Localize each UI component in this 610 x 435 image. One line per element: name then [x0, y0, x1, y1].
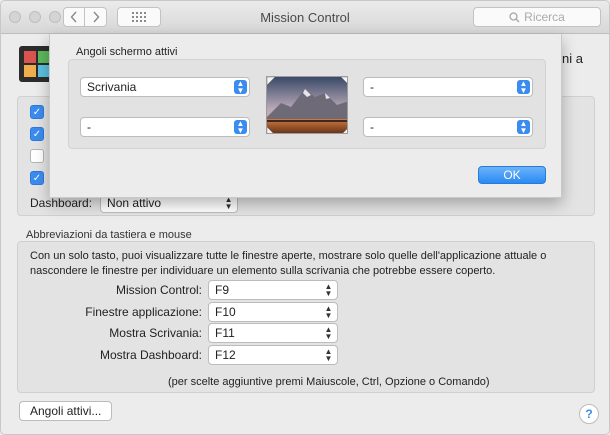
shortcut-value: F12 [215, 348, 236, 362]
bottom-left-corner-value: - [87, 120, 91, 134]
search-icon [509, 11, 520, 22]
chevron-updown-icon: ▲ ▼ [234, 120, 247, 135]
dashboard-label: Dashboard: [30, 196, 93, 210]
shortcut-row: Mostra Scrivania: F11 ▲ ▼ [18, 323, 338, 343]
shortcut-select[interactable]: F9 ▲ ▼ [208, 280, 338, 300]
top-right-corner-value: - [370, 80, 374, 94]
preferences-window: Mission Control Ricerca ni a ✓ R ✓ C R ✓… [0, 0, 610, 435]
shortcuts-panel: Con un solo tasto, puoi visualizzare tut… [17, 241, 595, 393]
shortcut-select[interactable]: F11 ▲ ▼ [208, 323, 338, 343]
sheet-title: Angoli schermo attivi [76, 46, 178, 58]
shortcut-row: Finestre applicazione: F10 ▲ ▼ [18, 302, 338, 322]
top-right-corner-select[interactable]: - ▲ ▼ [363, 77, 533, 97]
hot-corners-button[interactable]: Angoli attivi... [19, 401, 113, 421]
bottom-right-corner-select[interactable]: - ▲ ▼ [363, 117, 533, 137]
top-left-corner-value: Scrivania [87, 80, 137, 94]
search-field[interactable]: Ricerca [473, 7, 601, 27]
top-left-corner-select[interactable]: Scrivania ▲ ▼ [80, 77, 250, 97]
shortcut-row: Mostra Dashboard: F12 ▲ ▼ [18, 345, 338, 365]
ok-button[interactable]: OK [478, 166, 546, 184]
shortcut-row: Mission Control: F9 ▲ ▼ [18, 280, 338, 300]
bottom-left-corner-select[interactable]: - ▲ ▼ [80, 117, 250, 137]
checkbox-checked[interactable]: ✓ [30, 171, 44, 185]
checkbox-checked[interactable]: ✓ [30, 105, 44, 119]
search-placeholder: Ricerca [524, 10, 565, 24]
hot-corners-sheet: Angoli schermo attivi Scrivania ▲ ▼ - ▲ ▼ … [49, 34, 562, 198]
modifier-note: (per scelte aggiuntive premi Maiuscole, … [168, 376, 490, 388]
shortcut-select[interactable]: F10 ▲ ▼ [208, 302, 338, 322]
mountain-landscape-icon [267, 77, 347, 133]
checkbox-checked[interactable]: ✓ [30, 127, 44, 141]
shortcuts-description: Con un solo tasto, puoi visualizzare tut… [30, 250, 547, 277]
shortcut-label: Finestre applicazione: [85, 305, 202, 319]
chevron-updown-icon: ▲ ▼ [517, 120, 530, 135]
icon-tile [24, 65, 36, 77]
desktop-preview-image [266, 76, 348, 134]
chevron-updown-icon: ▲ ▼ [324, 282, 333, 298]
chevron-updown-icon: ▲ ▼ [324, 325, 333, 341]
icon-tile [24, 51, 36, 63]
shortcuts-section-title: Abbreviazioni da tastiera e mouse [26, 229, 192, 241]
checkbox-unchecked[interactable] [30, 149, 44, 163]
chevron-updown-icon: ▲ ▼ [517, 80, 530, 95]
shortcut-value: F9 [215, 283, 230, 297]
title-bar: Mission Control Ricerca [1, 1, 609, 34]
chevron-updown-icon: ▲ ▼ [324, 304, 333, 320]
chevron-updown-icon: ▲ ▼ [224, 195, 233, 211]
pane-description: ni a [562, 51, 583, 66]
shortcut-select[interactable]: F12 ▲ ▼ [208, 345, 338, 365]
shortcut-value: F10 [215, 305, 236, 319]
bottom-right-corner-value: - [370, 120, 374, 134]
chevron-updown-icon: ▲ ▼ [234, 80, 247, 95]
chevron-updown-icon: ▲ ▼ [324, 347, 333, 363]
shortcut-value: F11 [215, 326, 235, 340]
shortcut-label: Mostra Dashboard: [99, 348, 202, 362]
shortcut-label: Mission Control: [115, 283, 202, 297]
shortcut-label: Mostra Scrivania: [109, 326, 202, 340]
dashboard-value: Non attivo [107, 196, 162, 210]
help-button[interactable]: ? [579, 404, 599, 424]
